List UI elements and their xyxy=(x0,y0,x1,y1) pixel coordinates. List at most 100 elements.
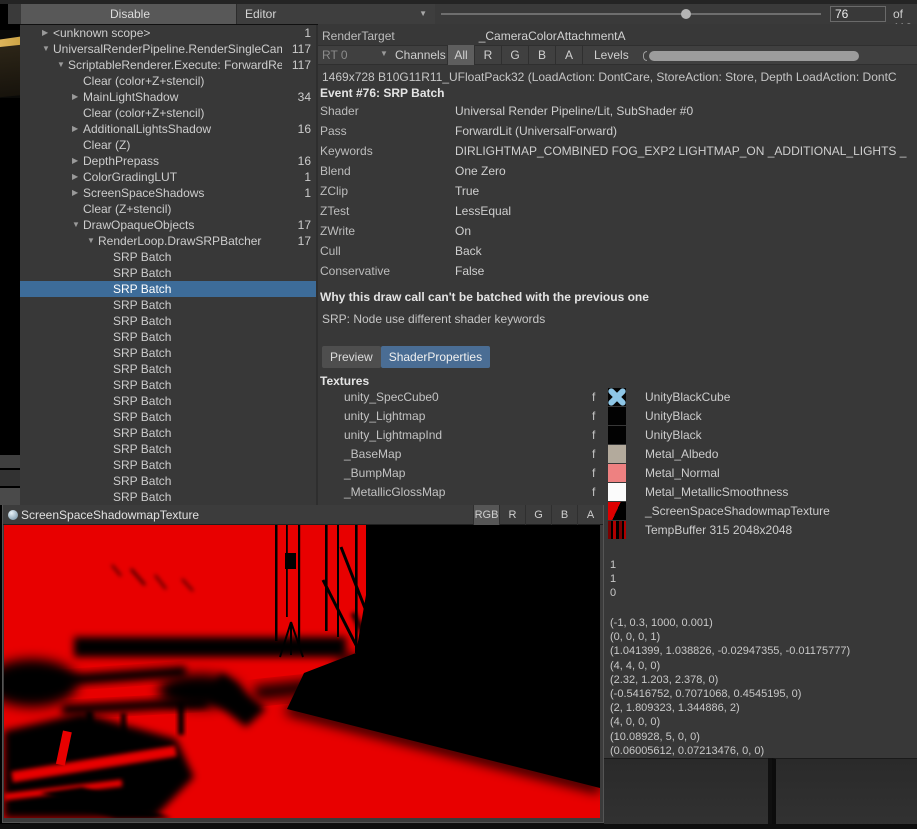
tree-item[interactable]: Clear (Z) xyxy=(20,137,316,153)
property-value: Universal Render Pipeline/Lit, SubShader… xyxy=(455,104,916,124)
texture-property-name: unity_Lightmap xyxy=(344,409,425,423)
chevron-down-icon[interactable]: ▼ xyxy=(72,217,83,233)
texture-thumbnail-albedo[interactable] xyxy=(608,445,626,463)
tree-item[interactable]: SRP Batch xyxy=(20,297,316,313)
texture-thumbnail-normal[interactable] xyxy=(608,464,626,482)
background-bar xyxy=(0,455,20,468)
tree-item[interactable]: ▶DepthPrepass16 xyxy=(20,153,316,169)
chevron-right-icon[interactable]: ▶ xyxy=(72,169,83,185)
preview-channel-button-r[interactable]: R xyxy=(499,505,525,525)
texture-thumbnail-black[interactable] xyxy=(608,407,626,425)
tree-item[interactable]: Clear (color+Z+stencil) xyxy=(20,73,316,89)
channel-button-r[interactable]: R xyxy=(474,45,502,65)
batch-break-reason: SRP: Node use different shader keywords xyxy=(322,312,545,326)
tree-item-label: DrawOpaqueObjects xyxy=(83,218,282,232)
tree-item[interactable]: SRP Batch xyxy=(20,425,316,441)
chevron-down-icon[interactable]: ▼ xyxy=(42,41,53,57)
preview-titlebar[interactable]: ScreenSpaceShadowmapTexture RGBRGBA xyxy=(3,505,603,525)
chevron-right-icon[interactable]: ▶ xyxy=(72,121,83,137)
tree-item[interactable]: ▶<unknown scope>1 xyxy=(20,25,316,41)
chevron-right-icon[interactable]: ▶ xyxy=(72,153,83,169)
channel-button-all[interactable]: All xyxy=(447,45,475,65)
tree-item[interactable]: ▶AdditionalLightsShadow16 xyxy=(20,121,316,137)
scene-object-thumbnail xyxy=(0,30,20,98)
preview-window-title: ScreenSpaceShadowmapTexture xyxy=(21,508,473,522)
event-slider[interactable] xyxy=(441,4,821,24)
preview-channel-button-a[interactable]: A xyxy=(577,505,603,525)
tree-item[interactable]: SRP Batch xyxy=(20,393,316,409)
tree-item[interactable]: SRP Batch xyxy=(20,329,316,345)
tree-item[interactable]: Clear (Z+stencil) xyxy=(20,201,316,217)
preview-channel-button-rgb[interactable]: RGB xyxy=(473,505,499,525)
levels-slider[interactable] xyxy=(643,51,859,61)
tree-item[interactable]: ▼RenderLoop.DrawSRPBatcher17 xyxy=(20,233,316,249)
tree-item[interactable]: SRP Batch xyxy=(20,281,316,297)
tree-item-label: SRP Batch xyxy=(113,314,282,328)
vector-value: (1.041399, 1.038826, -0.02947355, -0.011… xyxy=(610,644,850,658)
textures-section-title: Textures xyxy=(320,374,369,388)
tree-item[interactable]: SRP Batch xyxy=(20,249,316,265)
tree-item[interactable]: SRP Batch xyxy=(20,345,316,361)
tree-item[interactable]: ▼ScriptableRenderer.Execute: ForwardRend… xyxy=(20,57,316,73)
tab-preview[interactable]: Preview xyxy=(322,346,381,368)
tree-item[interactable]: SRP Batch xyxy=(20,441,316,457)
chevron-right-icon[interactable]: ▶ xyxy=(42,25,53,41)
render-target-value: _CameraColorAttachmentA xyxy=(479,29,626,43)
texture-thumbnail-tempbuffer[interactable] xyxy=(608,521,626,539)
tree-item-label: SRP Batch xyxy=(113,490,282,504)
preview-channel-button-g[interactable]: G xyxy=(525,505,551,525)
texture-thumbnail-cube[interactable] xyxy=(608,388,626,406)
texture-thumbnail-black[interactable] xyxy=(608,426,626,444)
texture-property-name: _BaseMap xyxy=(344,447,401,461)
tree-item[interactable]: ▼UniversalRenderPipeline.RenderSingleCam… xyxy=(20,41,316,57)
property-label: ZTest xyxy=(320,204,455,224)
tree-item-label: Clear (color+Z+stencil) xyxy=(83,74,282,88)
rt-index-dropdown[interactable]: RT 0 ▼ xyxy=(322,48,394,62)
chevron-right-icon[interactable]: ▶ xyxy=(72,89,83,105)
channel-button-g[interactable]: G xyxy=(501,45,529,65)
tree-item[interactable]: Clear (color+Z+stencil) xyxy=(20,105,316,121)
background-bar xyxy=(0,470,20,486)
levels-slider-bar[interactable] xyxy=(649,51,859,61)
channel-button-b[interactable]: B xyxy=(528,45,556,65)
render-target-label: RenderTarget xyxy=(322,29,395,43)
tree-item[interactable]: SRP Batch xyxy=(20,473,316,489)
scene-object-body xyxy=(0,45,20,98)
tree-item-count: 1 xyxy=(282,26,316,40)
texture-thumbnail-white[interactable] xyxy=(608,483,626,501)
event-tree: ▶<unknown scope>1▼UniversalRenderPipelin… xyxy=(20,25,316,505)
chevron-right-icon[interactable]: ▶ xyxy=(72,185,83,201)
tree-item-label: ScriptableRenderer.Execute: ForwardRende xyxy=(68,58,282,72)
tree-item[interactable]: SRP Batch xyxy=(20,361,316,377)
tree-item[interactable]: ▶ColorGradingLUT1 xyxy=(20,169,316,185)
preview-channel-button-b[interactable]: B xyxy=(551,505,577,525)
tree-item[interactable]: SRP Batch xyxy=(20,377,316,393)
tree-item-label: SRP Batch xyxy=(113,362,282,376)
vector-value: (0.06005612, 0.07213476, 0, 0) xyxy=(610,744,850,758)
texture-name: UnityBlack xyxy=(645,409,702,423)
texture-thumbnail-shadowmap[interactable] xyxy=(608,502,626,520)
tree-item-label: SRP Batch xyxy=(113,474,282,488)
tab-shaderproperties[interactable]: ShaderProperties xyxy=(381,346,490,368)
tree-item[interactable]: SRP Batch xyxy=(20,265,316,281)
tree-item[interactable]: SRP Batch xyxy=(20,457,316,473)
bottom-edge xyxy=(0,824,917,829)
chevron-down-icon[interactable]: ▼ xyxy=(57,57,68,73)
target-selector-dropdown[interactable]: Editor ▼ xyxy=(236,4,435,24)
texture-name: Metal_Albedo xyxy=(645,447,718,461)
tree-item[interactable]: SRP Batch xyxy=(20,313,316,329)
event-number-input[interactable]: 76 xyxy=(830,6,886,22)
frame-debugger-screen: Disable Editor ▼ 76 of 118 ▶<unknown sco… xyxy=(0,0,917,829)
channel-button-a[interactable]: A xyxy=(555,45,583,65)
tree-item[interactable]: ▶MainLightShadow34 xyxy=(20,89,316,105)
tree-item[interactable]: SRP Batch xyxy=(20,489,316,505)
disable-button[interactable]: Disable xyxy=(21,4,239,24)
tree-item-label: UniversalRenderPipeline.RenderSingleCame… xyxy=(53,42,282,56)
texture-row: unity_SpecCube0fUnityBlackCube xyxy=(318,388,917,407)
tree-item[interactable]: ▶ScreenSpaceShadows1 xyxy=(20,185,316,201)
chevron-down-icon[interactable]: ▼ xyxy=(87,233,98,249)
tree-item[interactable]: SRP Batch xyxy=(20,409,316,425)
event-slider-thumb[interactable] xyxy=(681,9,691,19)
batch-break-reason-title: Why this draw call can't be batched with… xyxy=(320,290,649,304)
tree-item[interactable]: ▼DrawOpaqueObjects17 xyxy=(20,217,316,233)
